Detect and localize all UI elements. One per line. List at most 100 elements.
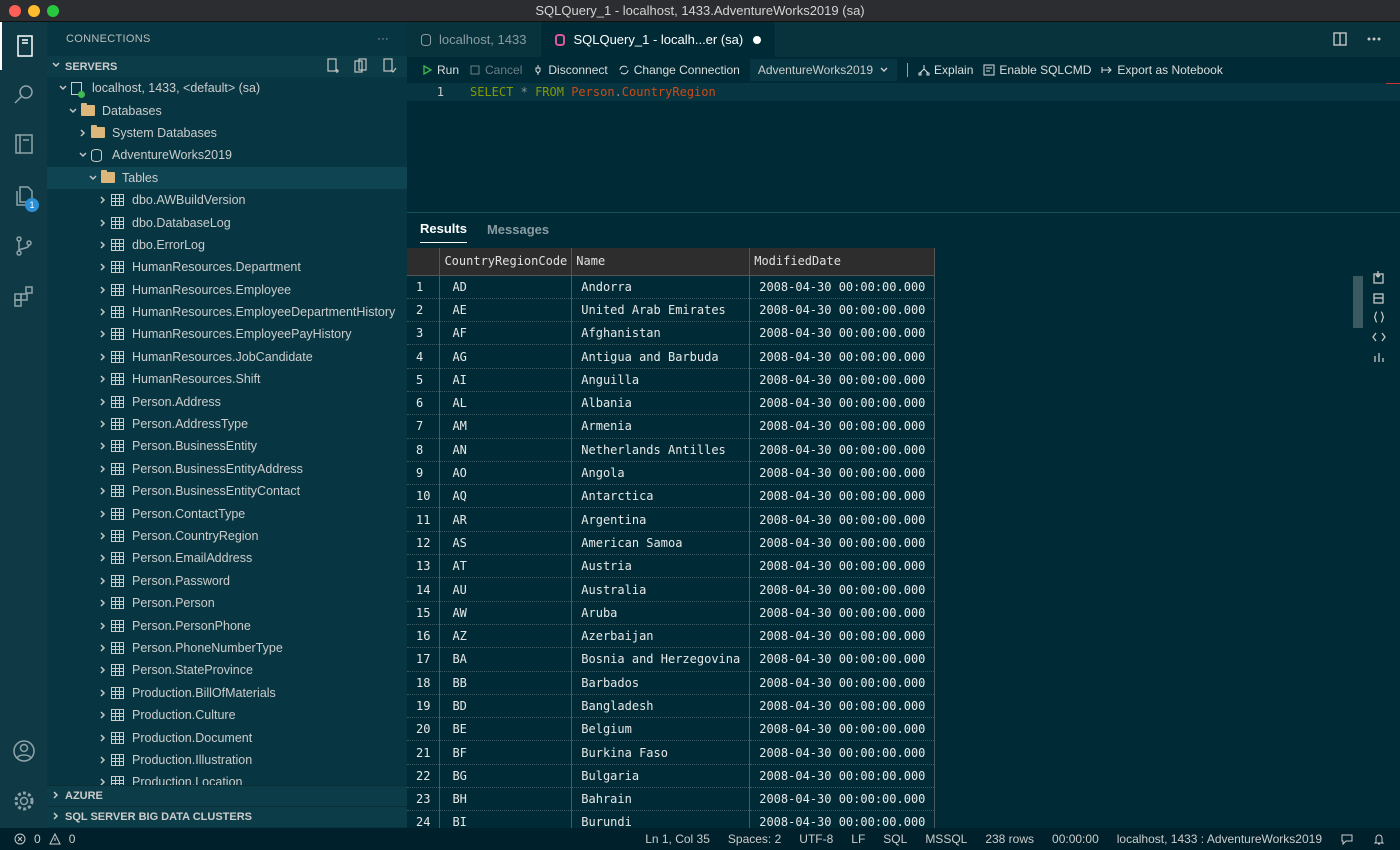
table-row[interactable]: 24 BI Burundi 2008-04-30 00:00:00.000 xyxy=(407,810,936,828)
end-of-line[interactable]: LF xyxy=(851,832,865,846)
enable-sqlcmd-button[interactable]: Enable SQLCMD xyxy=(983,63,1091,77)
modified-date-cell[interactable]: 2008-04-30 00:00:00.000 xyxy=(749,414,936,439)
problems-indicator[interactable]: 0 0 xyxy=(0,832,75,846)
modified-date-cell[interactable]: 2008-04-30 00:00:00.000 xyxy=(749,438,936,462)
chevron-right-icon[interactable] xyxy=(75,128,91,138)
chevron-right-icon[interactable] xyxy=(95,643,111,653)
table-row[interactable]: 1 AD Andorra 2008-04-30 00:00:00.000 xyxy=(407,275,936,299)
chevron-right-icon[interactable] xyxy=(95,598,111,608)
chevron-right-icon[interactable] xyxy=(95,777,111,785)
table-row[interactable]: 14 AU Australia 2008-04-30 00:00:00.000 xyxy=(407,577,936,602)
country-code-cell[interactable]: AG xyxy=(439,344,573,369)
country-code-cell[interactable]: BF xyxy=(439,740,573,765)
modified-date-cell[interactable]: 2008-04-30 00:00:00.000 xyxy=(749,671,936,695)
files-icon[interactable]: 1 xyxy=(0,172,47,220)
extensions-icon[interactable] xyxy=(0,272,47,320)
chevron-right-icon[interactable] xyxy=(95,329,111,339)
table-row[interactable]: 13 AT Austria 2008-04-30 00:00:00.000 xyxy=(407,554,936,579)
modified-date-cell[interactable]: 2008-04-30 00:00:00.000 xyxy=(749,321,936,346)
save-json-icon[interactable] xyxy=(1372,310,1386,324)
modified-date-cell[interactable]: 2008-04-30 00:00:00.000 xyxy=(749,275,936,299)
name-cell[interactable]: Anguilla xyxy=(571,368,751,392)
new-connection-icon[interactable] xyxy=(325,58,341,74)
chevron-right-icon[interactable] xyxy=(95,688,111,698)
column-header[interactable]: CountryRegionCode xyxy=(439,248,573,276)
language-mode[interactable]: SQL xyxy=(883,832,907,846)
name-cell[interactable]: Bulgaria xyxy=(571,764,751,789)
run-button[interactable]: Run xyxy=(421,63,459,77)
chevron-right-icon[interactable] xyxy=(95,621,111,631)
tree-item[interactable]: HumanResources.EmployeePayHistory xyxy=(47,323,407,345)
search-icon[interactable] xyxy=(0,70,47,118)
chevron-right-icon[interactable] xyxy=(95,733,111,743)
table-row[interactable]: 21 BF Burkina Faso 2008-04-30 00:00:00.000 xyxy=(407,740,936,765)
country-code-cell[interactable]: AQ xyxy=(439,484,573,509)
results-grid[interactable]: CountryRegionCode Name ModifiedDate 1 AD A… xyxy=(407,248,936,828)
chevron-right-icon[interactable] xyxy=(95,531,111,541)
modified-date-cell[interactable]: 2008-04-30 00:00:00.000 xyxy=(749,694,936,719)
tree-item[interactable]: Person.BusinessEntityContact xyxy=(47,480,407,502)
chevron-down-icon[interactable] xyxy=(75,150,91,160)
chart-icon[interactable] xyxy=(1372,350,1386,364)
name-cell[interactable]: Armenia xyxy=(571,414,751,439)
more-actions-icon[interactable]: ··· xyxy=(377,33,389,45)
country-code-cell[interactable]: AO xyxy=(439,461,573,486)
table-row[interactable]: 7 AM Armenia 2008-04-30 00:00:00.000 xyxy=(407,414,936,439)
name-cell[interactable]: Antigua and Barbuda xyxy=(571,344,751,369)
tree-item[interactable]: Person.Address xyxy=(47,390,407,412)
modified-date-cell[interactable]: 2008-04-30 00:00:00.000 xyxy=(749,624,936,649)
new-server-group-icon[interactable] xyxy=(353,58,369,74)
servers-section-header[interactable]: SERVERS xyxy=(47,56,407,77)
tree-item[interactable]: System Databases xyxy=(47,122,407,144)
tree-item[interactable]: Person.ContactType xyxy=(47,502,407,524)
country-code-cell[interactable]: AI xyxy=(439,368,573,392)
name-cell[interactable]: Bangladesh xyxy=(571,694,751,719)
chevron-down-icon[interactable] xyxy=(85,173,101,183)
chevron-right-icon[interactable] xyxy=(95,464,111,474)
code-line[interactable]: 1 SELECT * FROM Person.CountryRegion xyxy=(407,83,1400,101)
indentation[interactable]: Spaces: 2 xyxy=(728,832,781,846)
change-connection-button[interactable]: Change Connection xyxy=(618,63,740,77)
connections-icon[interactable] xyxy=(0,22,47,70)
table-row[interactable]: 4 AG Antigua and Barbuda 2008-04-30 00:00:0… xyxy=(407,344,936,369)
bell-icon[interactable] xyxy=(1372,832,1386,846)
tree-item[interactable]: Tables xyxy=(47,166,407,189)
country-code-cell[interactable]: BG xyxy=(439,764,573,789)
chevron-right-icon[interactable] xyxy=(95,218,111,228)
show-active-connections-icon[interactable] xyxy=(381,58,397,74)
table-row[interactable]: 22 BG Bulgaria 2008-04-30 00:00:00.000 xyxy=(407,764,936,789)
encoding[interactable]: UTF-8 xyxy=(799,832,833,846)
table-row[interactable]: 10 AQ Antarctica 2008-04-30 00:00:00.000 xyxy=(407,484,936,509)
country-code-cell[interactable]: BH xyxy=(439,787,573,812)
more-actions-icon[interactable] xyxy=(1366,31,1382,47)
tree-item[interactable]: localhost, 1433, <default> (sa) xyxy=(47,77,407,99)
table-row[interactable]: 18 BB Barbados 2008-04-30 00:00:00.000 xyxy=(407,671,936,695)
cancel-button[interactable]: Cancel xyxy=(469,63,522,77)
tree-item[interactable]: HumanResources.EmployeeDepartmentHistory xyxy=(47,301,407,323)
name-cell[interactable]: Burkina Faso xyxy=(571,740,751,765)
tree-item[interactable]: HumanResources.JobCandidate xyxy=(47,346,407,368)
close-window-button[interactable] xyxy=(9,5,21,17)
tree-item[interactable]: dbo.AWBuildVersion xyxy=(47,189,407,211)
tree-item[interactable]: Person.PhoneNumberType xyxy=(47,637,407,659)
save-excel-icon[interactable] xyxy=(1372,290,1386,304)
modified-date-cell[interactable]: 2008-04-30 00:00:00.000 xyxy=(749,647,936,672)
chevron-right-icon[interactable] xyxy=(95,374,111,384)
name-cell[interactable]: Burundi xyxy=(571,810,751,828)
table-row[interactable]: 5 AI Anguilla 2008-04-30 00:00:00.000 xyxy=(407,368,936,392)
name-cell[interactable]: Albania xyxy=(571,391,751,416)
chevron-right-icon[interactable] xyxy=(95,262,111,272)
tree-item[interactable]: HumanResources.Employee xyxy=(47,279,407,301)
table-row[interactable]: 3 AF Afghanistan 2008-04-30 00:00:00.000 xyxy=(407,321,936,346)
country-code-cell[interactable]: AN xyxy=(439,438,573,462)
table-row[interactable]: 9 AO Angola 2008-04-30 00:00:00.000 xyxy=(407,461,936,486)
chevron-right-icon[interactable] xyxy=(95,441,111,451)
name-cell[interactable]: Azerbaijan xyxy=(571,624,751,649)
name-cell[interactable]: Netherlands Antilles xyxy=(571,438,751,462)
tree-item[interactable]: Production.Illustration xyxy=(47,749,407,771)
country-code-cell[interactable]: AL xyxy=(439,391,573,416)
chevron-right-icon[interactable] xyxy=(95,486,111,496)
source-control-icon[interactable] xyxy=(0,222,47,270)
azure-section-header[interactable]: AZURE xyxy=(47,785,407,806)
tree-item[interactable]: Production.BillOfMaterials xyxy=(47,682,407,704)
